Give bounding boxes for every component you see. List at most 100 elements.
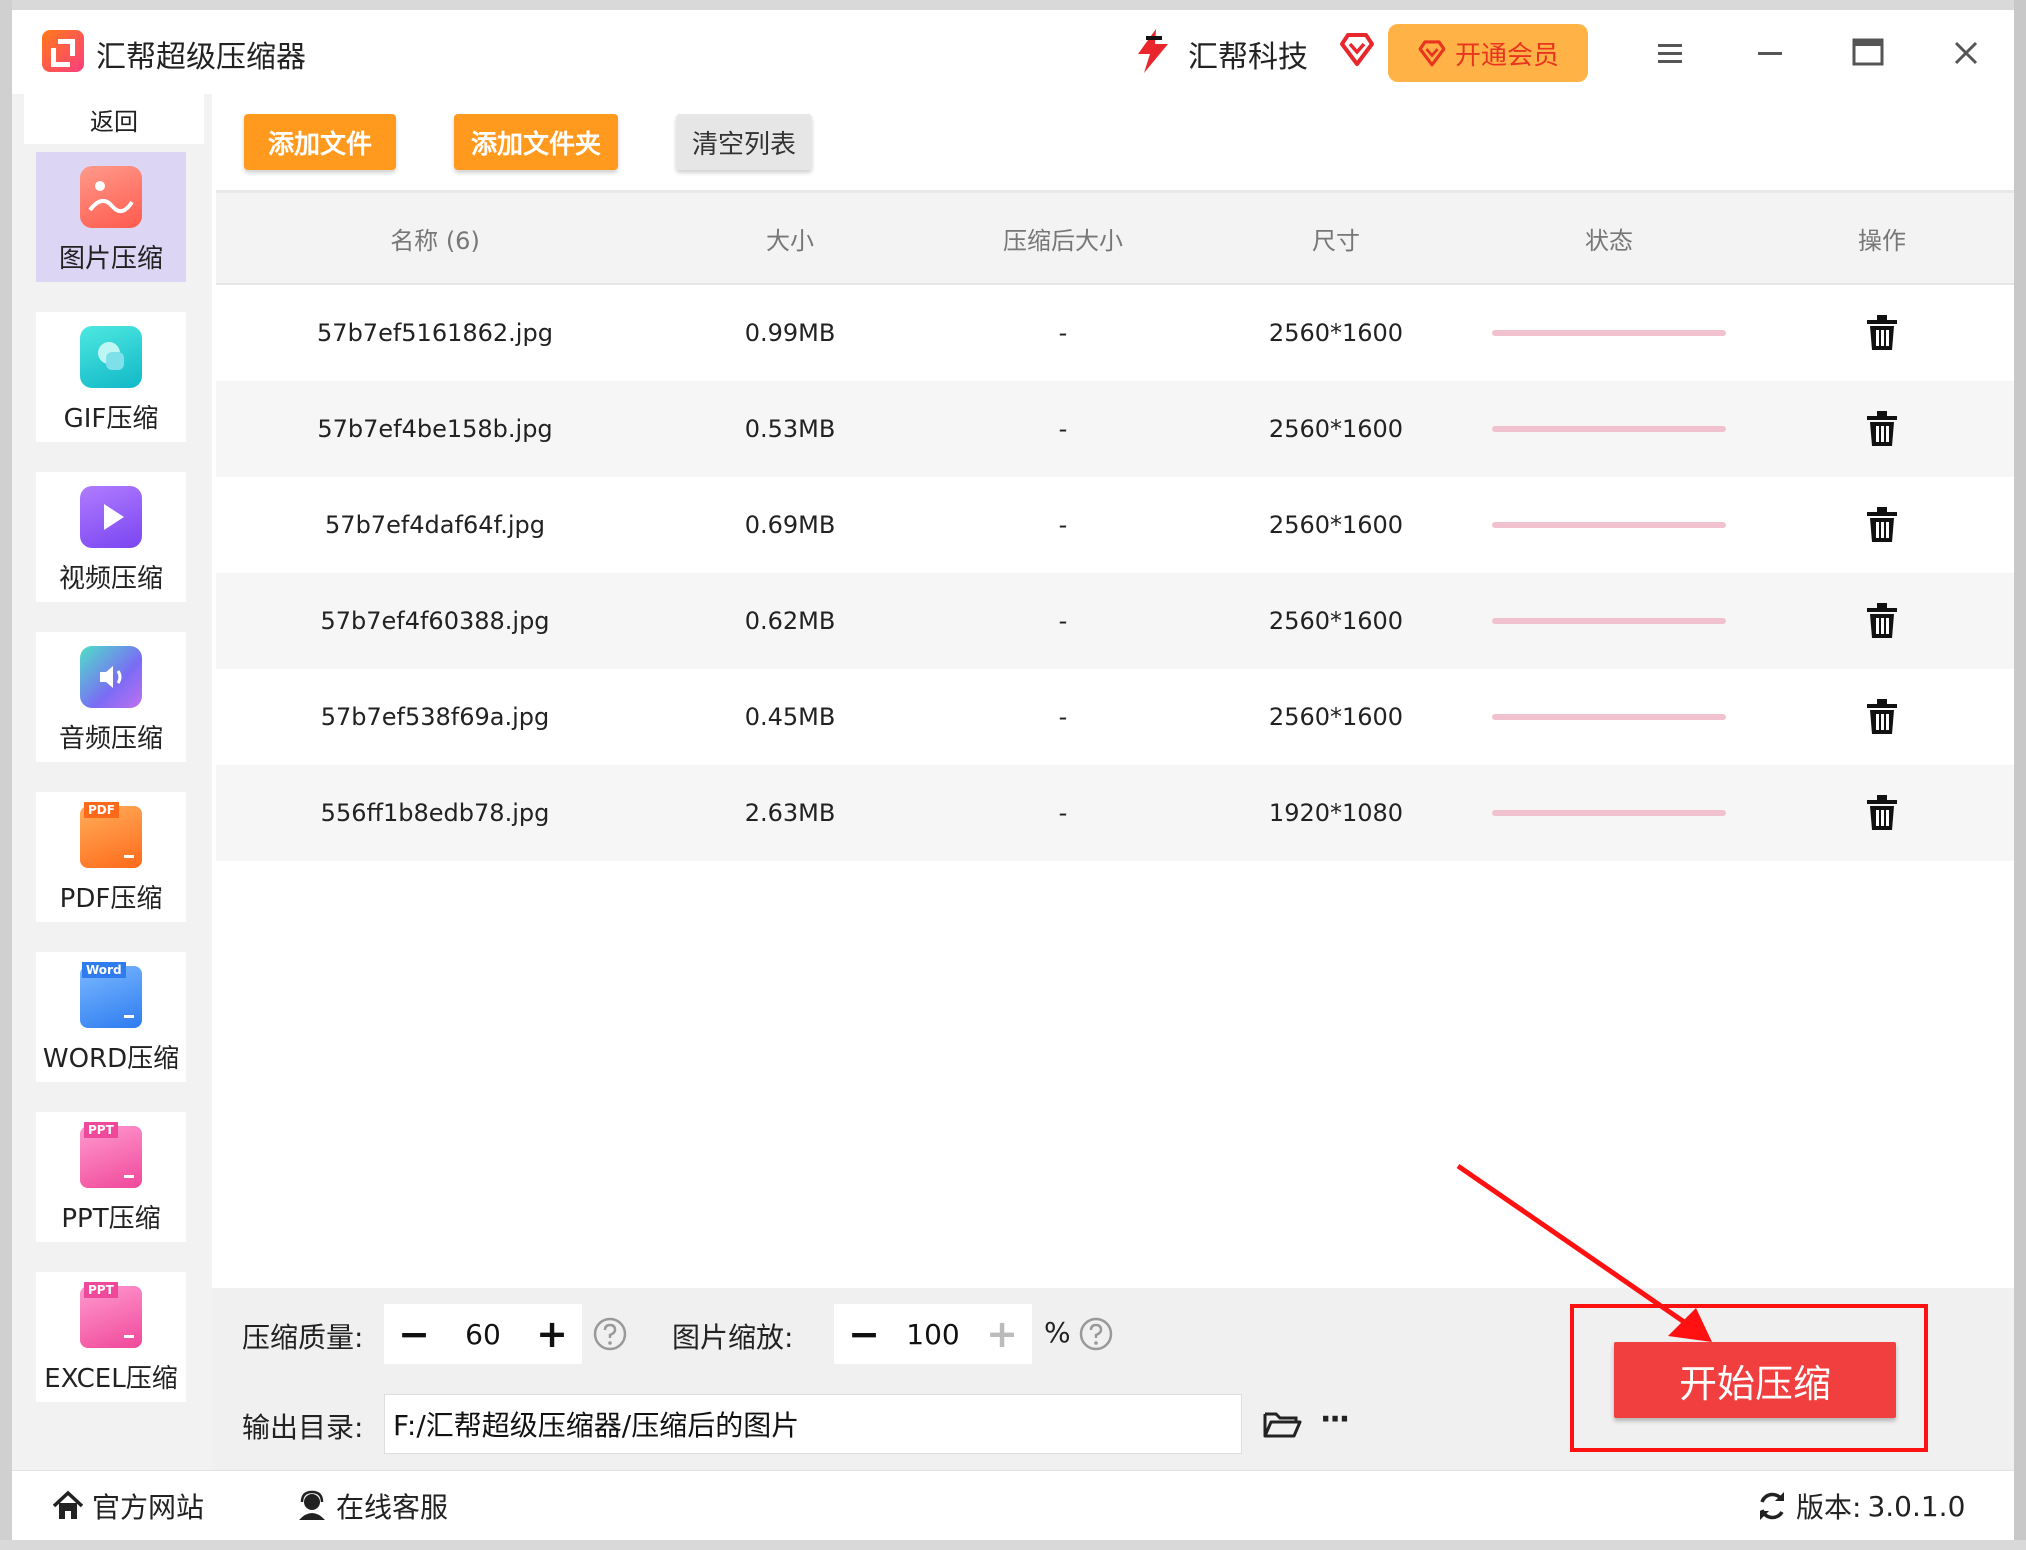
annotation-arrow-icon	[1456, 1163, 1712, 1342]
trash-icon[interactable]	[1865, 794, 1899, 832]
sidebar-item-ppt-compress[interactable]: PPT PPT压缩	[36, 1112, 186, 1242]
header-status[interactable]: 状态	[1472, 193, 1746, 283]
maximize-icon[interactable]	[1846, 34, 1890, 72]
scale-stepper[interactable]: − 100 +	[834, 1304, 1032, 1364]
scale-value[interactable]: 100	[894, 1318, 972, 1351]
cell-size: 0.62MB	[744, 607, 836, 635]
header-dimensions[interactable]: 尺寸	[1200, 193, 1472, 283]
cell-size: 0.99MB	[744, 319, 836, 347]
ppt-badge: PPT	[84, 1122, 118, 1138]
cell-dimensions: 2560*1600	[1268, 703, 1404, 731]
hamburger-menu-icon[interactable]	[1648, 38, 1692, 68]
status-progress-bar	[1492, 330, 1726, 336]
quality-increase-button[interactable]: +	[522, 1304, 582, 1364]
cell-compressed-size: -	[1058, 607, 1068, 635]
trash-icon[interactable]	[1865, 698, 1899, 736]
sidebar-item-video-compress[interactable]: 视频压缩	[36, 472, 186, 602]
header-compressed-size[interactable]: 压缩后大小	[926, 193, 1200, 283]
excel-badge: PPT	[84, 1282, 118, 1298]
table-row[interactable]: 57b7ef4daf64f.jpg 0.69MB - 2560*1600	[216, 477, 2014, 573]
start-compress-button[interactable]: 开始压缩	[1614, 1342, 1896, 1418]
minimize-icon[interactable]	[1748, 38, 1792, 68]
cell-name: 57b7ef5161862.jpg	[317, 319, 553, 347]
sidebar-item-label: PDF压缩	[59, 884, 163, 914]
cell-dimensions: 1920*1080	[1268, 799, 1404, 827]
support-link[interactable]: 在线客服	[294, 1471, 448, 1541]
title-bar: 汇帮超级压缩器 汇帮科技 开通会员	[12, 10, 2014, 94]
sidebar-item-pdf-compress[interactable]: PDF PDF压缩	[36, 792, 186, 922]
quality-value[interactable]: 60	[444, 1318, 522, 1351]
output-path-field[interactable]: F:/汇帮超级压缩器/压缩后的图片	[384, 1394, 1242, 1454]
audio-compress-icon	[80, 646, 142, 708]
scale-help-icon[interactable]	[1078, 1316, 1114, 1352]
cell-dimensions: 2560*1600	[1268, 415, 1404, 443]
cell-size: 0.69MB	[744, 511, 836, 539]
header-actions: 操作	[1858, 226, 1906, 255]
scale-increase-button[interactable]: +	[972, 1304, 1032, 1364]
word-compress-icon: Word	[80, 962, 142, 1028]
more-options-icon[interactable]: ···	[1320, 1402, 1350, 1437]
table-row[interactable]: 57b7ef538f69a.jpg 0.45MB - 2560*1600	[216, 669, 2014, 765]
cell-status	[1472, 765, 1746, 861]
status-progress-bar	[1492, 522, 1726, 528]
sidebar-item-label: 音频压缩	[58, 724, 163, 754]
quality-help-icon[interactable]	[592, 1316, 628, 1352]
cell-size: 0.53MB	[744, 415, 836, 443]
refresh-icon	[1760, 1492, 1784, 1520]
customer-service-icon	[299, 1490, 325, 1520]
table-row[interactable]: 57b7ef4be158b.jpg 0.53MB - 2560*1600	[216, 381, 2014, 477]
status-progress-bar	[1492, 426, 1726, 432]
cell-name: 556ff1b8edb78.jpg	[320, 799, 550, 827]
version-info[interactable]: 版本: 3.0.1.0	[1754, 1471, 1965, 1541]
table-row[interactable]: 556ff1b8edb78.jpg 2.63MB - 1920*1080	[216, 765, 2014, 861]
version-number: 3.0.1.0	[1867, 1489, 1966, 1523]
cell-actions	[1746, 285, 2018, 381]
cell-actions	[1746, 669, 2018, 765]
trash-icon[interactable]	[1865, 506, 1899, 544]
sidebar-item-word-compress[interactable]: Word WORD压缩	[36, 952, 186, 1082]
brand-name: 汇帮科技	[1188, 40, 1308, 75]
header-size[interactable]: 大小	[654, 193, 926, 283]
window-frame-bottom	[0, 1540, 2026, 1550]
vip-button[interactable]: 开通会员	[1388, 24, 1588, 82]
window-frame-top	[0, 0, 2026, 10]
sidebar-item-label: PPT压缩	[61, 1204, 161, 1234]
version-label: 版本:	[1796, 1491, 1862, 1524]
sidebar-item-gif-compress[interactable]: GIF压缩	[36, 312, 186, 442]
quality-stepper[interactable]: − 60 +	[384, 1304, 582, 1364]
sidebar-item-label: GIF压缩	[63, 404, 159, 434]
scale-decrease-button[interactable]: −	[834, 1304, 894, 1364]
sidebar-item-excel-compress[interactable]: PPT EXCEL压缩	[36, 1272, 186, 1402]
cell-dimensions: 2560*1600	[1268, 319, 1404, 347]
window-frame-left	[0, 0, 12, 1550]
app-title: 汇帮超级压缩器	[96, 40, 306, 75]
trash-icon[interactable]	[1865, 314, 1899, 352]
clear-list-button[interactable]: 清空列表	[676, 114, 812, 170]
sidebar-item-audio-compress[interactable]: 音频压缩	[36, 632, 186, 762]
cell-actions	[1746, 381, 2018, 477]
cell-status	[1472, 573, 1746, 669]
back-button[interactable]: 返回	[24, 94, 204, 144]
support-label: 在线客服	[336, 1491, 449, 1524]
file-list: 名称 (6) 大小 压缩后大小 尺寸 状态 操作 57b7ef5161862.j…	[216, 190, 2014, 1290]
header-name[interactable]: 名称 (6)	[216, 193, 654, 283]
website-link[interactable]: 官方网站	[50, 1471, 204, 1541]
sidebar-item-image-compress[interactable]: 图片压缩	[36, 152, 186, 282]
brand-logo-icon	[1138, 29, 1168, 73]
table-row[interactable]: 57b7ef5161862.jpg 0.99MB - 2560*1600	[216, 285, 2014, 381]
add-file-button[interactable]: 添加文件	[244, 114, 396, 170]
cell-status	[1472, 477, 1746, 573]
quality-decrease-button[interactable]: −	[384, 1304, 444, 1364]
cell-dimensions: 2560*1600	[1268, 511, 1404, 539]
cell-compressed-size: -	[1058, 319, 1068, 347]
video-compress-icon	[80, 486, 142, 548]
sidebar-item-label: 图片压缩	[58, 244, 163, 274]
add-folder-button[interactable]: 添加文件夹	[454, 114, 618, 170]
close-icon[interactable]	[1944, 34, 1988, 72]
output-label: 输出目录:	[242, 1411, 364, 1444]
table-row[interactable]: 57b7ef4f60388.jpg 0.62MB - 2560*1600	[216, 573, 2014, 669]
open-folder-icon[interactable]	[1262, 1406, 1302, 1442]
trash-icon[interactable]	[1865, 602, 1899, 640]
cell-size: 2.63MB	[744, 799, 836, 827]
trash-icon[interactable]	[1865, 410, 1899, 448]
